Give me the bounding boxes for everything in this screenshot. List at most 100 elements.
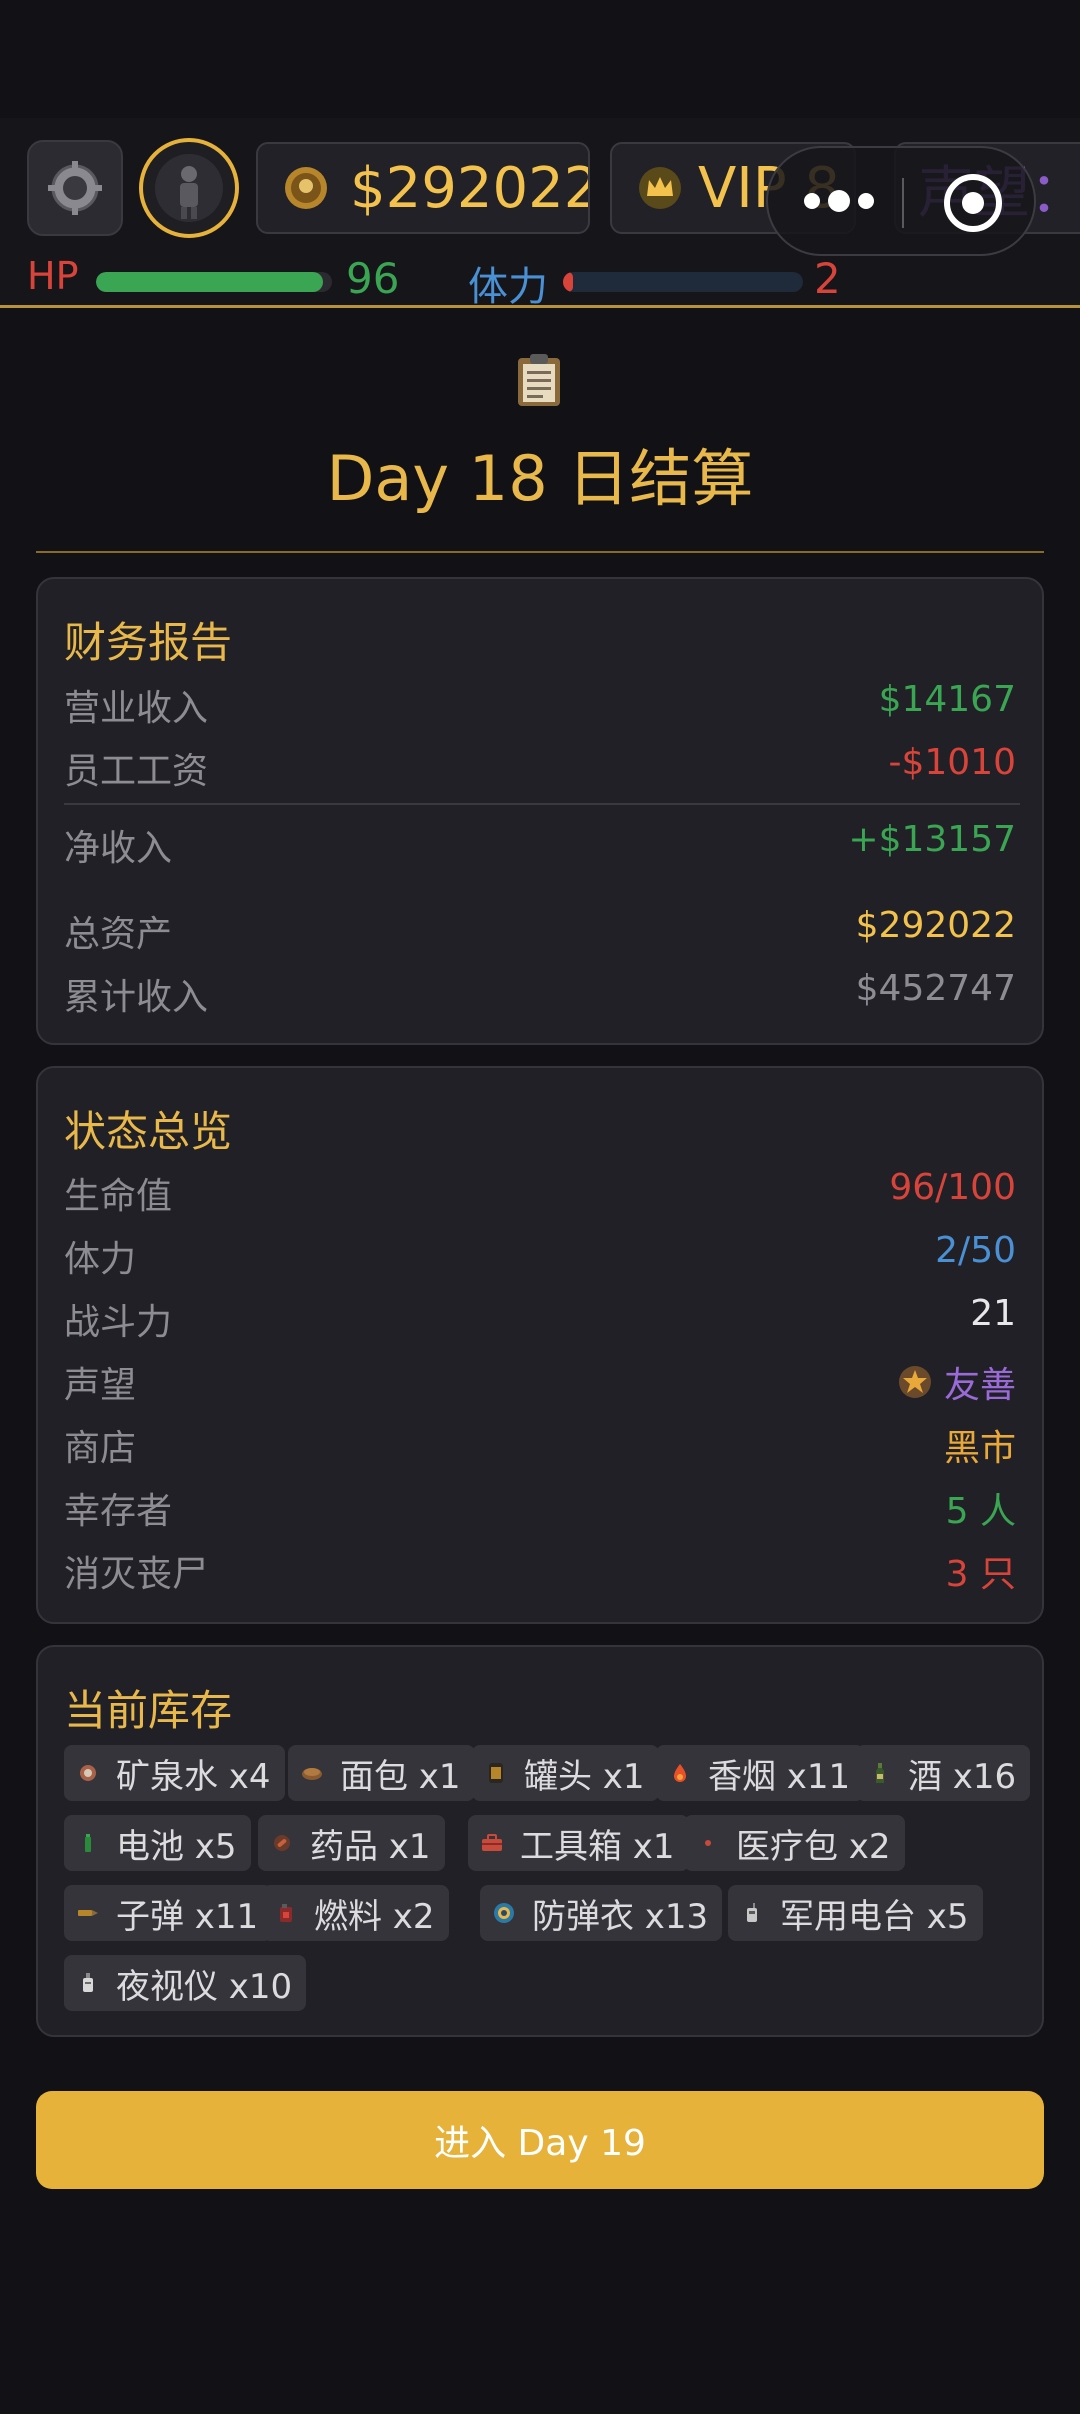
inventory-item-label: 酒 x16	[908, 1756, 1017, 1797]
net-income-label: 净收入	[64, 828, 173, 869]
money-value: $292022	[350, 155, 590, 221]
coin-icon	[285, 167, 327, 209]
avatar[interactable]	[139, 138, 239, 238]
combat-power-value: 21	[970, 1293, 1016, 1334]
cumulative-income-value: $452747	[855, 968, 1016, 1009]
hp-label: HP	[27, 254, 79, 298]
cumulative-income-label: 累计收入	[64, 977, 209, 1018]
inventory-item-label: 面包 x1	[340, 1756, 461, 1797]
zombies-killed-label: 消灭丧尸	[64, 1554, 209, 1595]
next-day-button[interactable]: 进入 Day 19	[36, 2091, 1044, 2189]
finance-card: 财务报告 营业收入 $14167 员工工资 -$1010 净收入 +$13157…	[36, 577, 1044, 1045]
total-assets-label: 总资产	[64, 914, 173, 955]
inventory-item-label: 罐头 x1	[524, 1756, 645, 1797]
hp-bar-fill	[96, 272, 323, 292]
bullet-icon	[76, 1901, 100, 1925]
toolbox-icon	[480, 1831, 504, 1855]
survivor-avatar-icon	[155, 154, 223, 222]
battery-icon	[76, 1831, 100, 1855]
settlement-screen: $292022 VIP 8 声望： HP 96 体力 2	[0, 0, 1080, 2414]
inventory-item: 酒 x16	[856, 1745, 1031, 1801]
water-bottle-icon	[76, 1761, 100, 1785]
health-label: 生命值	[64, 1176, 173, 1217]
inventory-item-label: 医疗包 x2	[736, 1826, 891, 1867]
fuel-icon	[274, 1901, 298, 1925]
stamina-stat-value: 2/50	[935, 1230, 1016, 1271]
radio-icon	[740, 1901, 764, 1925]
reputation-value: 友善	[898, 1356, 1016, 1408]
stamina-bar-fill	[563, 272, 573, 292]
liquor-icon	[868, 1761, 892, 1785]
inventory-item-label: 香烟 x11	[708, 1756, 851, 1797]
title-divider	[36, 551, 1044, 553]
medicine-icon	[270, 1831, 294, 1855]
inventory-item: 子弹 x11	[64, 1885, 273, 1941]
reputation-text: 友善	[943, 1365, 1016, 1406]
settings-button[interactable]	[27, 140, 123, 236]
status-card: 状态总览 生命值 96/100 体力 2/50 战斗力 21 声望 友善 商店 …	[36, 1066, 1044, 1624]
inventory-title: 当前库存	[64, 1686, 233, 1735]
inventory-item-label: 子弹 x11	[116, 1896, 259, 1937]
stamina-stat-label: 体力	[64, 1239, 137, 1280]
clipboard-icon	[518, 354, 560, 406]
inventory-item: 电池 x5	[64, 1815, 251, 1871]
revenue-label: 营业收入	[64, 688, 209, 729]
medkit-icon	[696, 1831, 720, 1855]
total-assets-value: $292022	[855, 905, 1016, 946]
hp-value: 96	[346, 254, 400, 303]
inventory-item-label: 军用电台 x5	[780, 1896, 969, 1937]
revenue-value: $14167	[878, 679, 1016, 720]
wages-label: 员工工资	[64, 751, 209, 792]
inventory-item-label: 药品 x1	[310, 1826, 431, 1867]
inventory-item-label: 矿泉水 x4	[116, 1756, 271, 1797]
bread-icon	[300, 1761, 324, 1785]
survivors-label: 幸存者	[64, 1491, 173, 1532]
shop-label: 商店	[64, 1428, 137, 1469]
inventory-item: 军用电台 x5	[728, 1885, 983, 1941]
inventory-item-label: 夜视仪 x10	[116, 1966, 293, 2007]
finance-title: 财务报告	[64, 618, 233, 667]
inventory-item: 罐头 x1	[472, 1745, 659, 1801]
stamina-bar	[563, 272, 803, 292]
goggles-icon	[76, 1971, 100, 1995]
inventory-item-label: 工具箱 x1	[520, 1826, 675, 1867]
net-income-value: +$13157	[848, 819, 1016, 860]
inventory-item: 燃料 x2	[262, 1885, 449, 1941]
inventory-item: 矿泉水 x4	[64, 1745, 285, 1801]
crown-icon	[639, 167, 681, 209]
inventory-card: 当前库存 矿泉水 x4 面包 x1 罐头 x1 香烟 x11 酒 x16 电池 …	[36, 1645, 1044, 2037]
capsule-divider	[902, 178, 904, 228]
inventory-item: 防弹衣 x13	[480, 1885, 723, 1941]
inventory-item: 工具箱 x1	[468, 1815, 689, 1871]
zombies-killed-value: 3 只	[945, 1554, 1016, 1595]
close-mini-program-button[interactable]	[944, 174, 1002, 232]
inventory-item-label: 电池 x5	[116, 1826, 237, 1867]
survivors-value: 5 人	[945, 1491, 1016, 1532]
reputation-label: 声望	[64, 1365, 137, 1406]
inventory-item-label: 燃料 x2	[314, 1896, 435, 1937]
combat-power-label: 战斗力	[64, 1302, 173, 1343]
inventory-item: 医疗包 x2	[684, 1815, 905, 1871]
status-title: 状态总览	[64, 1107, 233, 1156]
inventory-item-label: 防弹衣 x13	[532, 1896, 709, 1937]
hp-bar	[96, 272, 332, 292]
inventory-item: 香烟 x11	[656, 1745, 865, 1801]
inventory-item: 夜视仪 x10	[64, 1955, 307, 2011]
wages-value: -$1010	[888, 742, 1016, 783]
reputation-star-icon	[898, 1366, 931, 1398]
gear-icon	[48, 161, 102, 215]
inventory-item: 面包 x1	[288, 1745, 475, 1801]
stamina-value: 2	[814, 254, 841, 303]
cigarette-icon	[668, 1761, 692, 1785]
shop-value: 黑市	[943, 1428, 1016, 1469]
stamina-label: 体力	[468, 264, 548, 310]
header-divider	[0, 305, 1080, 308]
page-title: Day 18 日结算	[326, 442, 754, 515]
finance-divider	[64, 803, 1020, 805]
vest-icon	[492, 1901, 516, 1925]
money-display: $292022	[256, 142, 590, 234]
inventory-item: 药品 x1	[258, 1815, 445, 1871]
can-icon	[484, 1761, 508, 1785]
mini-program-capsule	[766, 146, 1036, 256]
more-options-button[interactable]	[804, 190, 874, 212]
